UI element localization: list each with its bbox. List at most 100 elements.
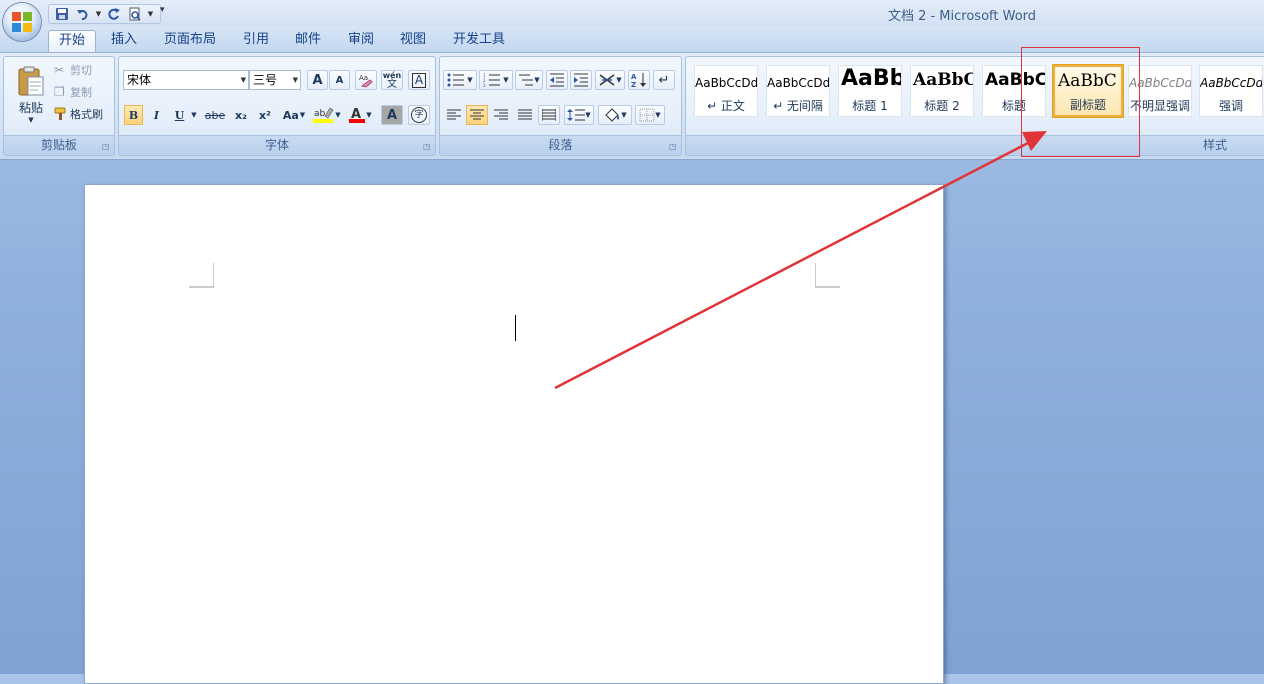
shrink-font-button[interactable]: A [329,70,350,90]
grow-font-button[interactable]: A [307,70,328,90]
distributed-icon [542,109,556,121]
increase-indent-button[interactable] [570,70,592,90]
italic-button[interactable]: I [147,105,166,125]
subscript-icon: x₂ [235,108,247,122]
tab-home[interactable]: 开始 [48,30,96,52]
chinese-layout-button[interactable]: ▼ [595,70,625,90]
justify-icon [518,109,532,120]
copy-icon: ❐ [54,85,65,99]
change-case-button[interactable]: Aa ▼ [279,105,309,125]
shading-button[interactable]: ▼ [598,105,632,125]
tab-view[interactable]: 视图 [393,30,433,52]
justify-button[interactable] [514,105,536,125]
tab-insert[interactable]: 插入 [104,30,144,52]
copy-button[interactable]: ❐ 复制 [54,83,110,101]
svg-text:A: A [631,73,637,81]
font-size-combo[interactable]: 三号 ▼ [249,70,301,90]
tab-mailings[interactable]: 邮件 [288,30,328,52]
office-button[interactable] [3,3,41,41]
underline-button[interactable]: U [170,105,189,125]
font-color-icon: A [349,107,366,123]
style-no-spacing[interactable]: AaBbCcDd ↵ 无间隔 [766,65,830,117]
phonetic-guide-button[interactable]: wén 文 [381,70,403,90]
show-marks-button[interactable]: ↵ [653,70,675,90]
clear-format-button[interactable]: Aa [355,70,377,90]
style-sample: AaBbCcDd [1200,76,1262,90]
format-painter-button[interactable]: 格式刷 [54,105,112,123]
copy-label: 复制 [70,86,92,99]
superscript-button[interactable]: x² [255,105,275,125]
sort-button[interactable]: AZ [628,70,650,90]
ribbon: 粘贴 ▼ ✂ 剪切 ❐ 复制 格式刷 剪贴板 ◳ 宋体 ▼ 三号 ▼ A A A… [0,52,1264,160]
font-group: 宋体 ▼ 三号 ▼ A A Aa wén 文 A B I U ▼ abe x₂ … [118,56,436,156]
tab-developer[interactable]: 开发工具 [447,30,511,52]
cut-button[interactable]: ✂ 剪切 [54,61,110,79]
clipboard-launcher-icon[interactable]: ◳ [102,143,110,151]
font-name-combo[interactable]: 宋体 ▼ [123,70,249,90]
bold-icon: B [128,108,139,122]
numbering-icon: 123 [483,73,501,87]
style-heading-1[interactable]: AaBb 标题 1 [838,65,902,117]
format-painter-icon [54,107,66,120]
style-heading-2[interactable]: AaBbC 标题 2 [910,65,974,117]
paste-button[interactable]: 粘贴 ▼ [10,59,52,129]
style-name: 标题 2 [924,99,960,113]
subscript-button[interactable]: x₂ [231,105,251,125]
bullets-button[interactable]: ▼ [443,70,477,90]
style-name: 标题 1 [852,99,888,113]
char-border-button[interactable]: A [408,70,430,90]
style-subtitle[interactable]: AaBbC 副标题 [1053,65,1123,117]
format-painter-label: 格式刷 [70,108,103,121]
font-size-value: 三号 [253,73,278,87]
enclose-char-button[interactable]: 字 [408,105,430,125]
font-size-dropdown-icon: ▼ [292,76,298,84]
svg-text:3: 3 [483,83,486,87]
strikethrough-button[interactable]: abe [203,105,227,125]
paragraph-launcher-icon[interactable]: ◳ [669,143,677,151]
style-emphasis[interactable]: AaBbCcDd 强调 [1199,65,1263,117]
char-border-icon: A [411,72,427,88]
tab-page-layout[interactable]: 页面布局 [158,30,222,52]
distributed-button[interactable] [538,105,560,125]
multilevel-list-button[interactable]: ▼ [515,70,543,90]
line-spacing-icon [567,109,586,121]
styles-group-label: 样式 [686,135,1264,155]
font-color-button[interactable]: A ▼ [345,105,375,125]
style-sample: AaBbC [1058,71,1117,91]
bullets-icon [447,73,465,87]
line-spacing-button[interactable]: ▼ [564,105,594,125]
font-name-dropdown-icon: ▼ [240,76,246,84]
clipboard-group: 粘贴 ▼ ✂ 剪切 ❐ 复制 格式刷 剪贴板 ◳ [3,56,115,156]
decrease-indent-button[interactable] [546,70,568,90]
underline-dropdown-icon[interactable]: ▼ [189,105,199,125]
highlight-icon: ab [313,107,334,123]
style-subtle-emphasis[interactable]: AaBbCcDd 不明显强调 [1128,65,1192,117]
style-title[interactable]: AaBbC 标题 [982,65,1046,117]
enclose-char-icon: 字 [411,107,427,123]
align-left-button[interactable] [443,105,465,125]
style-sample: AaBbCcDd [767,76,829,90]
align-left-icon [447,109,461,120]
style-normal[interactable]: AaBbCcDd ↵ 正文 [694,65,758,117]
align-right-icon [494,109,508,120]
paste-label: 粘贴 [18,100,43,115]
char-shading-button[interactable]: A [381,105,403,125]
tab-references[interactable]: 引用 [236,30,276,52]
italic-icon: I [153,108,160,122]
document-page[interactable] [84,184,944,684]
tab-review[interactable]: 审阅 [341,30,381,52]
shading-icon [605,108,620,122]
numbering-button[interactable]: 123 ▼ [479,70,513,90]
style-name: 强调 [1218,99,1243,113]
text-cursor [515,315,516,341]
bold-button[interactable]: B [124,105,143,125]
borders-button[interactable]: ▼ [635,105,665,125]
superscript-icon: x² [259,108,271,122]
chinese-layout-icon [599,74,615,86]
align-center-button[interactable] [466,105,488,125]
highlight-button[interactable]: ab ▼ [311,105,343,125]
align-right-button[interactable] [490,105,512,125]
strikethrough-icon: abe [204,108,226,122]
style-sample: AaBbCcDd [695,76,757,90]
font-launcher-icon[interactable]: ◳ [423,143,431,151]
